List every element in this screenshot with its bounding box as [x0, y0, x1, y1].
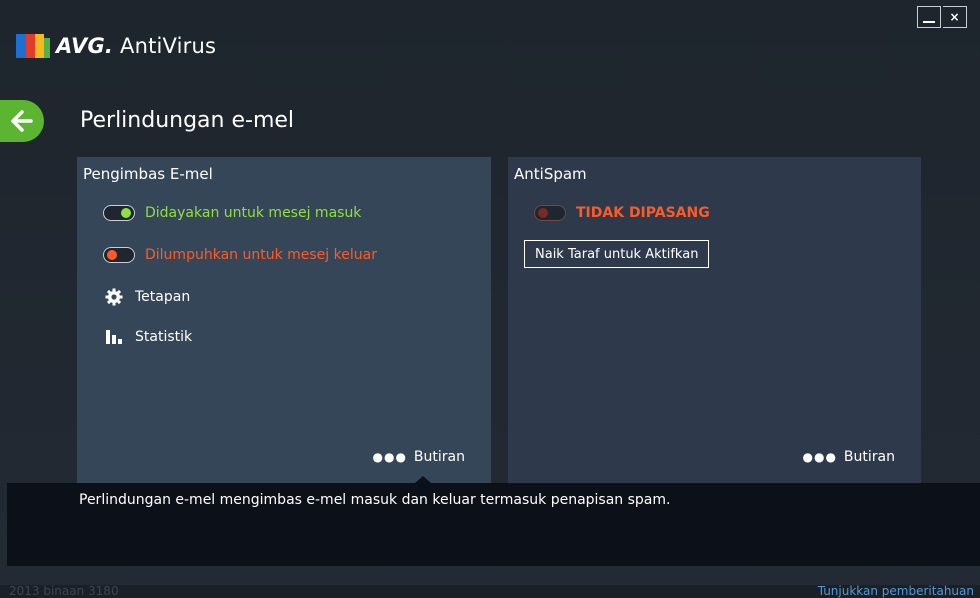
gear-icon	[103, 288, 125, 306]
antispam-panel[interactable]: AntiSpam TIDAK DIPASANG Naik Taraf untuk…	[508, 157, 921, 483]
bar-chart-icon	[103, 329, 125, 345]
more-dots-icon: ●●●	[372, 450, 407, 464]
details-label: Butiran	[843, 449, 895, 465]
antispam-title: AntiSpam	[514, 165, 587, 183]
minimize-icon	[923, 21, 935, 23]
outgoing-toggle-row[interactable]: Dilumpuhkan untuk mesej keluar	[103, 247, 377, 263]
email-scanner-panel[interactable]: Pengimbas E-mel Didayakan untuk mesej ma…	[77, 157, 491, 483]
antispam-toggle	[534, 205, 566, 221]
antispam-status-label: TIDAK DIPASANG	[576, 205, 710, 221]
close-button[interactable]: ×	[943, 6, 967, 28]
app-window: × AVG. AntiVirus Perlindungan e-mel Peng…	[0, 0, 980, 598]
outgoing-toggle[interactable]	[103, 247, 135, 263]
app-name: AVG. AntiVirus	[56, 34, 217, 58]
build-info: 2013 binaan 3180	[9, 584, 119, 598]
settings-label: Tetapan	[135, 289, 191, 305]
incoming-toggle[interactable]	[103, 205, 135, 221]
page-title: Perlindungan e-mel	[80, 108, 295, 133]
description-text: Perlindungan e-mel mengimbas e-mel masuk…	[79, 492, 671, 508]
statistics-label: Statistik	[135, 329, 193, 345]
back-button[interactable]	[0, 100, 44, 142]
more-dots-icon: ●●●	[802, 450, 837, 464]
app-logo: AVG. AntiVirus	[16, 34, 216, 58]
email-scanner-details-link[interactable]: ●●● Butiran	[373, 449, 466, 465]
close-icon: ×	[949, 10, 960, 24]
incoming-status-label: Didayakan untuk mesej masuk	[145, 205, 362, 221]
outgoing-status-label: Dilumpuhkan untuk mesej keluar	[145, 247, 377, 263]
antispam-status-row: TIDAK DIPASANG	[534, 205, 710, 221]
upgrade-button[interactable]: Naik Taraf untuk Aktifkan	[524, 240, 710, 268]
statistics-link[interactable]: Statistik	[97, 329, 192, 345]
minimize-button[interactable]	[917, 6, 941, 28]
arrow-left-icon	[11, 110, 33, 132]
email-scanner-title: Pengimbas E-mel	[83, 165, 213, 183]
status-bar: 2013 binaan 3180 Tunjukkan pemberitahuan	[0, 584, 980, 598]
selection-pointer	[415, 476, 431, 483]
incoming-toggle-row[interactable]: Didayakan untuk mesej masuk	[103, 205, 361, 221]
description-panel: Perlindungan e-mel mengimbas e-mel masuk…	[7, 483, 980, 566]
details-label: Butiran	[413, 449, 465, 465]
avg-logo-icon	[16, 34, 50, 58]
antispam-details-link[interactable]: ●●● Butiran	[803, 449, 896, 465]
show-notifications-link[interactable]: Tunjukkan pemberitahuan	[818, 584, 974, 598]
settings-link[interactable]: Tetapan	[97, 288, 190, 306]
